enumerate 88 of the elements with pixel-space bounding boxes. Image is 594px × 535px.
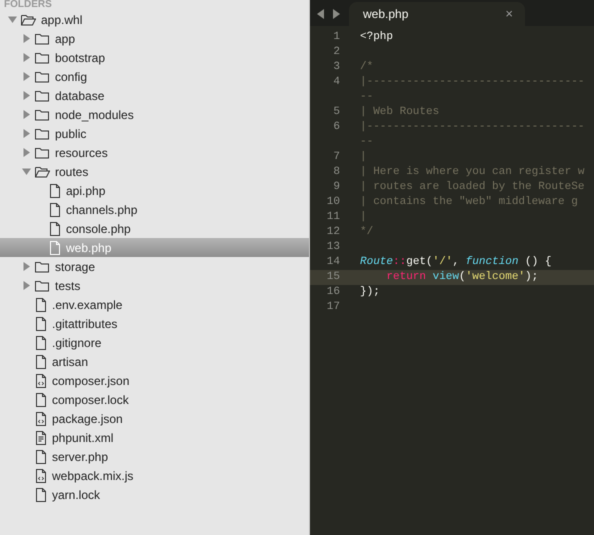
code-file-icon [35, 412, 47, 426]
line-number: 1 [332, 30, 340, 45]
line-number: 13 [326, 240, 340, 255]
code-line: <?php [360, 30, 394, 45]
folder-icon [35, 280, 50, 292]
line-number: 6 [332, 120, 340, 135]
code-line: -- [360, 135, 374, 150]
folder-icon [35, 90, 50, 102]
line-number: 11 [326, 210, 340, 225]
file-icon [49, 184, 61, 198]
line-number: 9 [332, 180, 340, 195]
code-line: */ [360, 225, 374, 240]
file-item[interactable]: webpack.mix.js [52, 466, 134, 484]
code-line: | Web Routes [360, 105, 440, 120]
file-item[interactable]: .gitignore [52, 334, 102, 352]
file-item[interactable]: .gitattributes [52, 314, 118, 332]
code-line: | routes are loaded by the RouteSe [360, 180, 584, 195]
code-file-icon [35, 374, 47, 388]
folder-item[interactable]: public [55, 124, 86, 142]
code-line: Route::get('/', function () { [360, 255, 552, 270]
code-line: /* [360, 60, 374, 75]
folder-item[interactable]: database [55, 86, 104, 104]
file-item[interactable]: package.json [52, 410, 123, 428]
file-item[interactable]: channels.php [66, 200, 138, 218]
code-line: |--------------------------------- [360, 120, 584, 135]
line-number: 5 [332, 105, 340, 120]
file-icon [35, 298, 47, 312]
folder-icon [35, 52, 50, 64]
markup-file-icon [35, 430, 47, 444]
code-line: return view('welcome'); [385, 270, 538, 285]
file-icon [35, 450, 47, 464]
line-number: 2 [332, 45, 340, 60]
code-line: }); [360, 285, 380, 300]
file-item[interactable]: console.php [66, 220, 131, 238]
line-number: 4 [332, 75, 340, 90]
line-number: 17 [326, 300, 340, 315]
folder-item[interactable]: routes [55, 162, 88, 180]
line-number: 3 [332, 60, 340, 75]
code-file-icon [35, 468, 47, 482]
folder-icon [35, 146, 50, 158]
file-icon [49, 202, 61, 216]
code-line: | contains the "web" middleware g [360, 195, 578, 210]
file-icon [35, 336, 47, 350]
code-line: | [360, 150, 367, 165]
tab-label: web.php [363, 6, 408, 23]
folder-icon [35, 108, 50, 120]
folder-icon [35, 260, 50, 272]
file-icon [35, 316, 47, 330]
file-item[interactable]: .env.example [52, 296, 122, 314]
file-item[interactable]: server.php [52, 448, 108, 466]
file-item[interactable]: api.php [66, 182, 106, 200]
folder-item[interactable]: app.whl [41, 10, 82, 28]
open-folder-icon [35, 166, 50, 178]
folder-icon [35, 128, 50, 140]
file-icon [49, 222, 61, 236]
code-line: | [360, 210, 367, 225]
line-number: 15 [326, 270, 340, 285]
line-number: 10 [326, 195, 340, 210]
folder-item[interactable]: tests [55, 276, 80, 294]
folder-item[interactable]: resources [55, 144, 108, 162]
editor-tab[interactable]: web.php × [349, 2, 525, 26]
file-icon [49, 240, 61, 254]
code-line: -- [360, 90, 374, 105]
folder-icon [35, 32, 50, 44]
folder-item[interactable]: storage [55, 258, 96, 276]
file-icon [35, 488, 47, 502]
file-item[interactable]: phpunit.xml [52, 428, 114, 446]
line-number: 8 [332, 165, 340, 180]
file-item[interactable]: composer.json [52, 372, 130, 390]
folder-item[interactable]: app [55, 30, 76, 48]
file-icon [35, 392, 47, 406]
open-folder-icon [21, 14, 36, 26]
file-icon [35, 354, 47, 368]
code-line: |--------------------------------- [360, 75, 584, 90]
line-number: 14 [326, 255, 340, 270]
folder-item[interactable]: config [55, 68, 88, 86]
folder-item[interactable]: bootstrap [55, 48, 106, 66]
file-item[interactable]: yarn.lock [52, 486, 100, 504]
line-number: 16 [326, 285, 340, 300]
line-number: 12 [326, 225, 340, 240]
line-number: 7 [332, 150, 340, 165]
code-line: | Here is where you can register w [360, 165, 584, 180]
file-item[interactable]: composer.lock [52, 390, 129, 408]
close-button[interactable]: × [505, 4, 513, 24]
file-item[interactable]: artisan [52, 352, 88, 370]
sidebar-header: FOLDERS [3, 0, 53, 10]
folder-icon [35, 70, 50, 82]
folder-item[interactable]: node_modules [55, 106, 134, 124]
